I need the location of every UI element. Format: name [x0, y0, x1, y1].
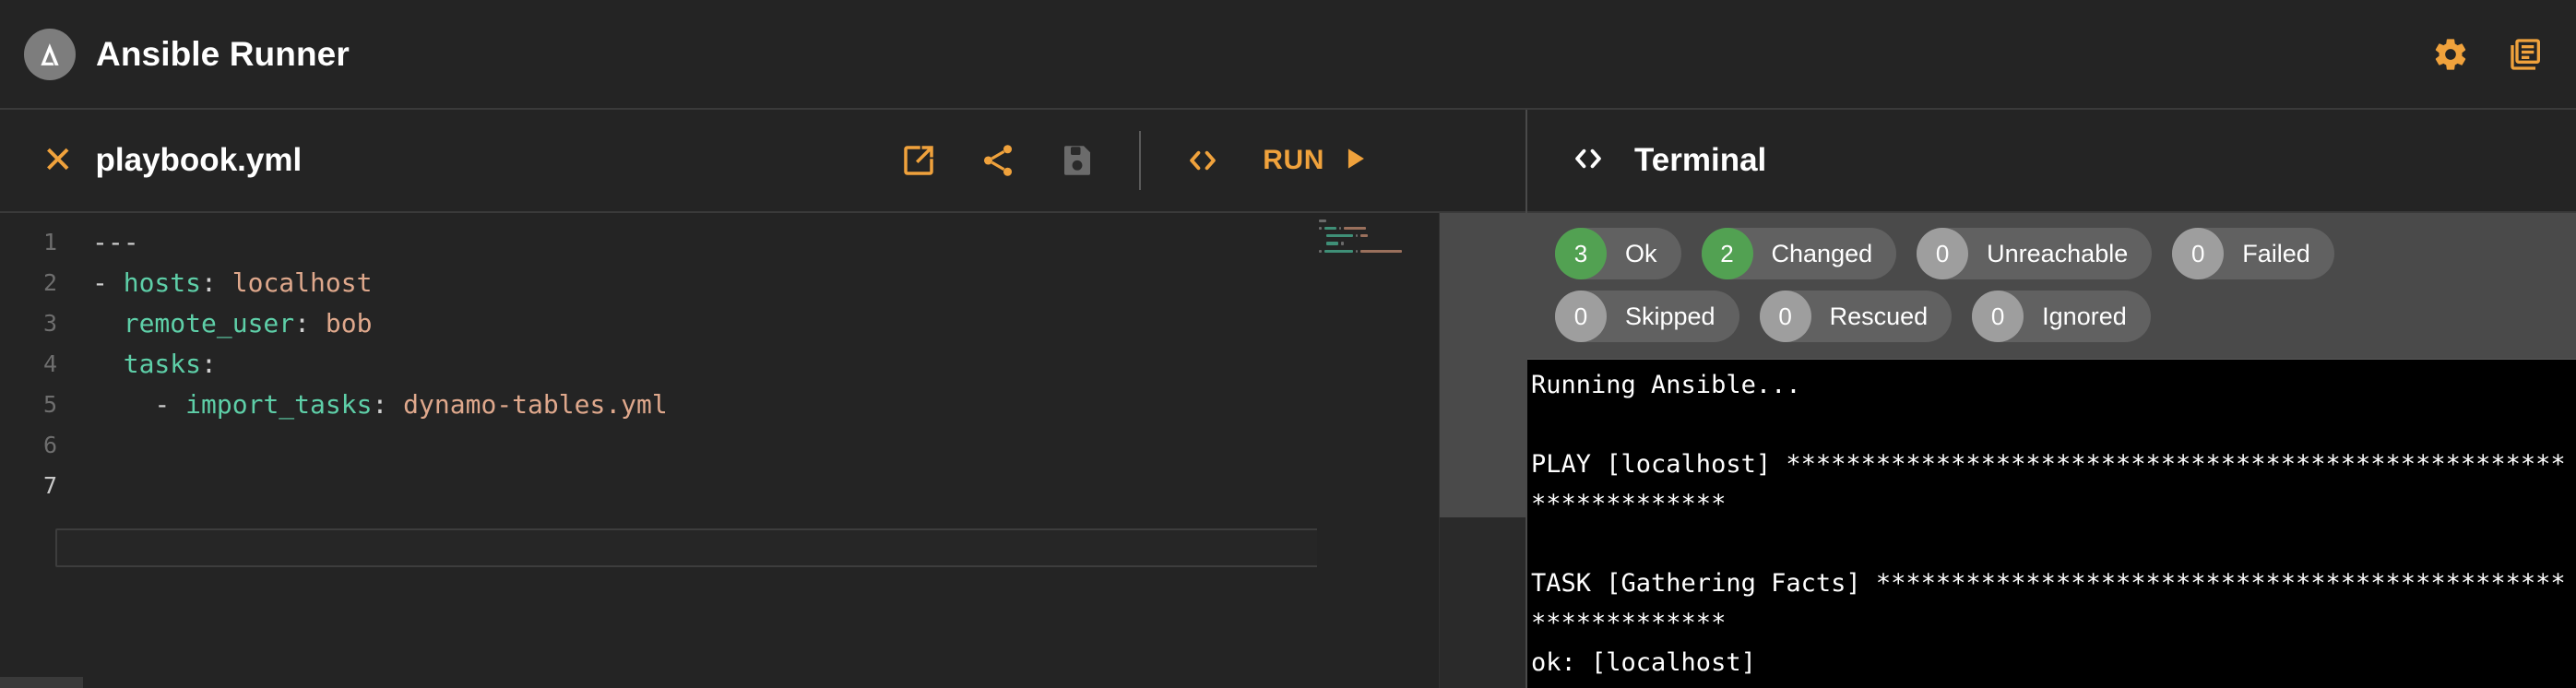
code-token: --- [92, 227, 139, 257]
code-line: remote_user: bob [92, 303, 1525, 344]
scrollbar-thumb[interactable] [1440, 213, 1525, 517]
status-badge-label: Ok [1625, 239, 1657, 267]
code-token: : [201, 349, 217, 379]
play-recap-stats: 3 Ok 2 Changed 0 Unreachable 0 Failed 0 Skipped 0 R… [1527, 213, 2576, 360]
status-badge-count: 3 [1555, 228, 1607, 279]
status-badge-count: 0 [1972, 291, 2024, 342]
code-line: - import_tasks: dynamo-tables.yml [92, 385, 1525, 425]
file-name-label: playbook.yml [95, 142, 303, 178]
ansible-logo-icon [24, 28, 76, 80]
status-badge-label: Failed [2242, 239, 2310, 267]
status-badge-count: 0 [2172, 228, 2225, 279]
save-icon[interactable] [1038, 121, 1117, 200]
code-token: - [92, 389, 186, 420]
ansible-runner-app: Ansible Runner ✕ playbook.yml RUN 1 2 3 … [0, 0, 2576, 688]
status-badge[interactable]: 0 Ignored [1972, 291, 2151, 342]
code-token: bob [325, 308, 373, 338]
code-brackets-icon [1568, 138, 1609, 184]
editor-tool-group: RUN [879, 121, 1502, 200]
editor-panel: ✕ playbook.yml RUN 1 2 3 4 5 6 7 --- - h… [0, 110, 1527, 688]
code-token: localhost [231, 267, 373, 298]
brand: Ansible Runner [24, 28, 350, 80]
line-number: 2 [42, 269, 57, 296]
code-line: - hosts: localhost [92, 263, 1525, 303]
line-number: 6 [42, 432, 57, 458]
line-number: 4 [42, 350, 57, 377]
page-title: Ansible Runner [96, 34, 350, 73]
code-token: - [92, 267, 124, 298]
code-token: hosts [123, 267, 202, 298]
run-button[interactable]: RUN [1242, 143, 1380, 179]
terminal-panel: Terminal 3 Ok 2 Changed 0 Unreachable 0 Failed 0… [1527, 110, 2576, 688]
code-token: : [294, 308, 326, 338]
app-header: Ansible Runner [0, 0, 2576, 110]
terminal-header: Terminal [1527, 110, 2576, 213]
status-badge[interactable]: 2 Changed [1701, 228, 1897, 279]
code-brackets-icon[interactable] [1163, 121, 1242, 200]
status-badge[interactable]: 0 Skipped [1555, 291, 1739, 342]
line-number: 7 [42, 472, 57, 499]
line-number-gutter: 1 2 3 4 5 6 7 [0, 213, 57, 688]
share-icon[interactable] [958, 121, 1038, 200]
documents-icon[interactable] [2508, 36, 2545, 73]
status-badge-label: Rescued [1829, 302, 1929, 330]
terminal-title: Terminal [1634, 142, 1767, 178]
code-content[interactable]: --- - hosts: localhost remote_user: bob t… [57, 213, 1525, 688]
status-badge-count: 0 [1555, 291, 1607, 342]
editor-horizontal-scrollbar[interactable] [0, 677, 83, 688]
status-badge-count: 0 [1759, 291, 1811, 342]
gear-icon[interactable] [2432, 36, 2469, 73]
status-badge-label: Changed [1771, 239, 1873, 267]
code-token: : [372, 389, 404, 420]
status-badge-label: Skipped [1625, 302, 1715, 330]
active-line-highlight [55, 528, 1439, 567]
status-badge-count: 2 [1701, 228, 1753, 279]
status-badge[interactable]: 0 Unreachable [1917, 228, 2153, 279]
line-number: 3 [42, 310, 57, 337]
status-badge[interactable]: 3 Ok [1555, 228, 1681, 279]
editor-vertical-scrollbar[interactable] [1439, 213, 1525, 688]
code-token: tasks [123, 349, 202, 379]
stat-chip-row: 3 Ok 2 Changed 0 Unreachable 0 Failed [1555, 228, 2576, 279]
workspace: ✕ playbook.yml RUN 1 2 3 4 5 6 7 --- - h… [0, 110, 2576, 688]
play-icon [1339, 143, 1371, 179]
status-badge-count: 0 [1917, 228, 1969, 279]
toolbar-divider [1139, 131, 1142, 190]
terminal-output[interactable]: Running Ansible... PLAY [localhost] ****… [1527, 360, 2576, 688]
code-line: tasks: [92, 344, 1525, 385]
line-number: 5 [42, 391, 57, 418]
status-badge-label: Unreachable [1987, 239, 2129, 267]
line-number: 1 [42, 229, 57, 255]
status-badge[interactable]: 0 Failed [2172, 228, 2334, 279]
open-external-icon[interactable] [879, 121, 958, 200]
code-editor[interactable]: 1234567 --- - hosts: localhost remote_use… [0, 213, 1525, 688]
status-badge-label: Ignored [2042, 302, 2127, 330]
stat-chip-row: 0 Skipped 0 Rescued 0 Ignored [1555, 291, 2576, 342]
code-token: dynamo-tables.yml [403, 389, 668, 420]
close-icon[interactable]: ✕ [42, 142, 74, 179]
header-actions [2432, 36, 2545, 73]
code-line: --- [92, 222, 1525, 263]
code-token: : [201, 267, 232, 298]
editor-toolbar: ✕ playbook.yml RUN [0, 110, 1525, 213]
file-tab[interactable]: ✕ playbook.yml [42, 142, 302, 179]
code-token: import_tasks [185, 389, 373, 420]
run-button-label: RUN [1263, 145, 1324, 175]
status-badge[interactable]: 0 Rescued [1759, 291, 1953, 342]
code-token: remote_user [123, 308, 295, 338]
